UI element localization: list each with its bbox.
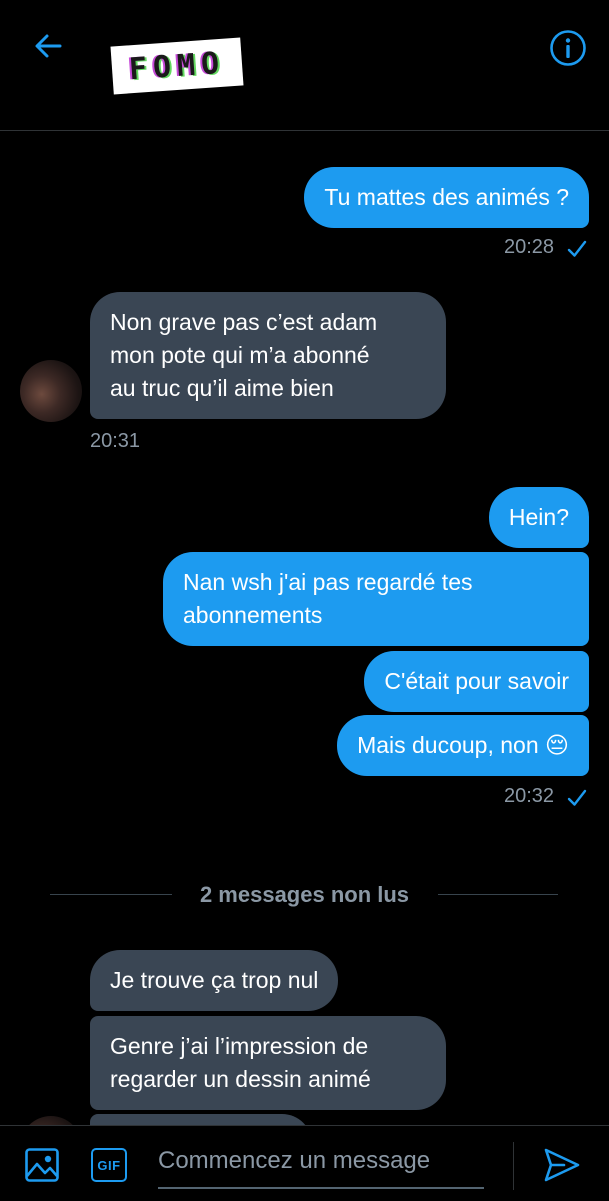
back-arrow-icon[interactable] <box>30 28 66 64</box>
message-timestamp: 20:32 <box>504 785 555 807</box>
incoming-message[interactable]: Non grave pas c’est adam mon pote qui m’… <box>90 292 446 419</box>
outgoing-message[interactable]: Mais ducoup, non 😔 <box>337 715 589 776</box>
check-icon <box>567 240 587 257</box>
info-icon[interactable] <box>548 28 588 68</box>
conversation-header: FOMO <box>0 0 609 131</box>
composer-divider <box>513 1142 514 1190</box>
message-timestamp: 20:28 <box>504 236 555 258</box>
incoming-message[interactable]: Genre j’ai l’impression de regarder un d… <box>90 1016 446 1110</box>
check-icon <box>567 789 587 806</box>
logo-text: FOMO <box>127 45 227 87</box>
unread-divider-label: 2 messages non lus <box>199 882 410 907</box>
conversation-logo[interactable]: FOMO <box>110 37 244 95</box>
outgoing-message[interactable]: Nan wsh j'ai pas regardé tes abonnements <box>163 552 589 646</box>
send-icon[interactable] <box>542 1145 582 1185</box>
gif-icon[interactable]: GIF <box>91 1148 127 1182</box>
message-input[interactable]: Commencez un message <box>158 1143 484 1189</box>
message-timestamp: 20:31 <box>90 430 141 452</box>
image-icon[interactable] <box>24 1147 60 1183</box>
message-input-placeholder: Commencez un message <box>158 1147 431 1174</box>
outgoing-message[interactable]: Tu mattes des animés ? <box>304 167 589 228</box>
divider-line <box>438 894 558 895</box>
incoming-message[interactable]: Je trouve ça trop nul <box>90 950 339 1011</box>
avatar[interactable] <box>20 360 82 422</box>
outgoing-message[interactable]: C'était pour savoir <box>364 651 589 712</box>
gif-label: GIF <box>97 1157 121 1173</box>
outgoing-message[interactable]: Hein? <box>488 487 589 548</box>
